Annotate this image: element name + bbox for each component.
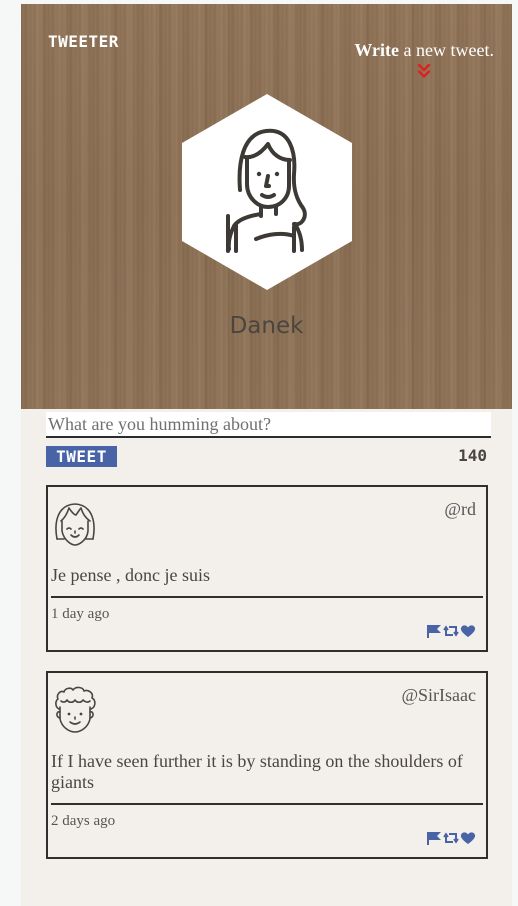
profile-header: TWEETER Write a new tweet. Danek [21,4,512,409]
flag-icon[interactable] [426,831,442,845]
tweet-divider [51,596,483,598]
tweet-timestamp: 1 day ago [51,606,110,622]
girl-avatar-icon [55,503,95,546]
character-count: 140 [458,446,487,465]
profile-avatar [182,94,352,290]
curly-hair-avatar-icon [55,686,96,733]
heart-icon[interactable] [460,831,476,845]
tweet-text: Je pense , donc je suis [51,565,210,585]
tweet-divider [51,803,483,805]
flag-icon[interactable] [426,624,442,638]
tweet-card: @rd Je pense , donc je suis 1 day ago [46,485,488,652]
write-new-tweet-link[interactable]: Write a new tweet. [354,40,494,61]
tweet-card: @SirIsaac If I have seen further it is b… [46,671,488,859]
retweet-icon[interactable] [443,624,459,638]
app-logo[interactable]: TWEETER [48,32,119,51]
tweet-button[interactable]: TWEET [46,446,117,467]
tweet-handle[interactable]: @rd [444,499,476,520]
tweet-actions [426,624,476,638]
tweet-handle[interactable]: @SirIsaac [401,685,476,706]
heart-icon[interactable] [460,624,476,638]
app-container: TWEETER Write a new tweet. Danek What ar… [21,4,512,906]
tweet-timestamp: 2 days ago [51,813,116,829]
double-chevron-down-icon[interactable] [416,62,432,80]
tweet-text: If I have seen further it is by standing… [51,751,463,792]
write-cta-bold: Write [354,40,400,60]
retweet-icon[interactable] [443,831,459,845]
avatar-hexagon-frame [182,94,352,290]
profile-name: Danek [229,313,304,339]
tweet-actions [426,831,476,845]
compose-tweet-input[interactable] [46,412,491,438]
write-cta-text: a new tweet. [399,40,494,60]
